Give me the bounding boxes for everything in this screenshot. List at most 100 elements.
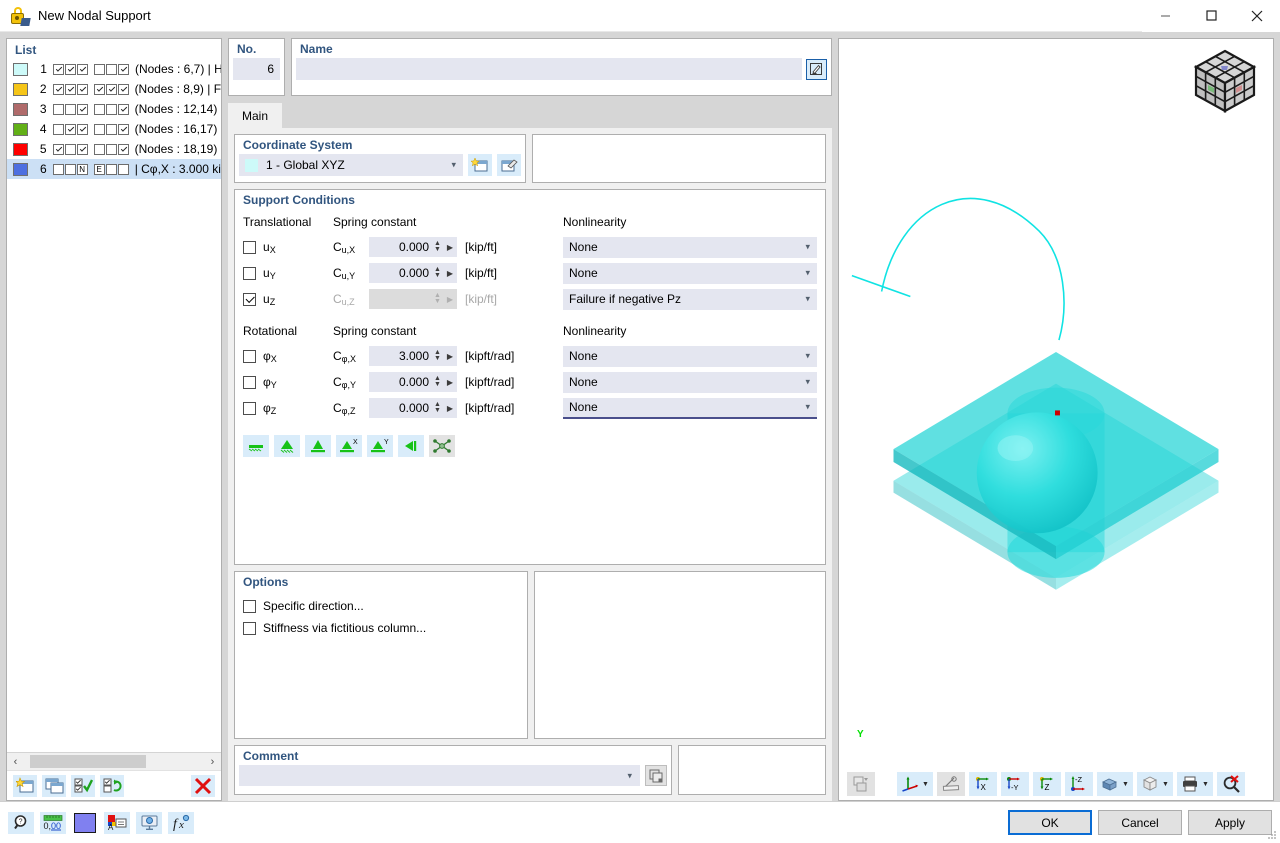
chevron-down-icon[interactable]: ▼ [1202, 781, 1209, 788]
spinner-arrows-icon[interactable]: ▲ ▼ [432, 240, 443, 253]
chevron-down-icon[interactable]: ▼ [1162, 781, 1169, 788]
cancel-button[interactable]: Cancel [1098, 810, 1182, 835]
comment-input[interactable]: ▾ [239, 765, 640, 786]
spring-more-icon[interactable]: ▶ [443, 243, 457, 252]
spring-value[interactable] [369, 400, 432, 416]
translational-spring-input-z[interactable]: ▲ ▼ ▶ [369, 289, 457, 309]
free-support-icon[interactable] [243, 435, 269, 457]
spring-more-icon[interactable]: ▶ [443, 269, 457, 278]
tab-main[interactable]: Main [228, 103, 282, 128]
invert-selection-button[interactable] [100, 774, 124, 797]
scroll-track[interactable] [24, 753, 204, 770]
copy-nodal-support-button[interactable] [42, 774, 66, 797]
select-all-button[interactable] [71, 774, 95, 797]
new-nodal-support-button[interactable] [13, 774, 37, 797]
spring-value[interactable] [369, 374, 432, 390]
nodal-support-list[interactable]: 1 (Nodes : 6,7) | Hing 2 (Nodes : 8,9) | Fi… [7, 59, 221, 752]
view-settings-icon[interactable] [136, 811, 162, 834]
model-viewport[interactable]: Y [839, 39, 1273, 768]
fixed-support-icon[interactable] [305, 435, 331, 457]
spring-value[interactable] [369, 348, 432, 364]
translational-nonlinearity-select-x[interactable]: None ▾ [563, 236, 817, 258]
rotational-checkbox-y[interactable] [243, 375, 256, 389]
copy-comment-button[interactable] [645, 765, 667, 786]
rotational-nonlinearity-select-x[interactable]: None ▾ [563, 345, 817, 367]
view-in-x-icon[interactable]: X [969, 772, 997, 796]
minimize-button[interactable] [1142, 0, 1188, 32]
delete-button[interactable] [191, 774, 215, 797]
spring-value[interactable] [369, 291, 432, 307]
magnifier-icon[interactable]: ? [8, 811, 34, 834]
list-item[interactable]: 5 (Nodes : 18,19) | Ro [7, 139, 221, 159]
rotational-nonlinearity-select-z[interactable]: None ▾ [563, 397, 817, 419]
translational-checkbox-z[interactable] [243, 292, 256, 306]
spring-node-icon[interactable] [429, 435, 455, 457]
spinner-arrows-icon[interactable]: ▲ ▼ [432, 349, 443, 362]
ok-button[interactable]: OK [1008, 810, 1092, 835]
scroll-left-arrow[interactable]: ‹ [7, 753, 24, 770]
axis-system-icon[interactable]: ▼ [897, 772, 933, 796]
option-checkbox-1[interactable] [243, 621, 256, 635]
resize-grip[interactable] [1265, 828, 1277, 840]
option-checkbox-0[interactable] [243, 599, 256, 613]
wireframe-cube-icon[interactable]: ▼ [1137, 772, 1173, 796]
rotational-checkbox-x[interactable] [243, 349, 256, 363]
maximize-button[interactable] [1188, 0, 1234, 32]
list-item[interactable]: 4 (Nodes : 16,17) | Ro [7, 119, 221, 139]
color-swatch-button[interactable] [72, 812, 98, 834]
new-coordinate-system-button[interactable] [468, 154, 492, 176]
spring-value[interactable] [369, 265, 432, 281]
chevron-down-icon[interactable]: ▼ [1122, 781, 1129, 788]
spring-more-icon[interactable]: ▶ [443, 404, 457, 413]
translational-spring-input-x[interactable]: ▲▼▶ [369, 237, 457, 257]
spring-more-icon[interactable]: ▶ [443, 295, 457, 304]
list-item[interactable]: 6 NE | Cφ,X : 3.000 kipft/r [7, 159, 221, 179]
spinner-arrows-icon[interactable]: ▲ ▼ [432, 375, 443, 388]
edit-coordinate-system-button[interactable] [497, 154, 521, 176]
render-stack-icon[interactable]: ▼ [1097, 772, 1133, 796]
apply-button[interactable]: Apply [1188, 810, 1272, 835]
printer-icon[interactable]: ▼ [1177, 772, 1213, 796]
spinner-arrows-icon[interactable]: ▲ ▼ [432, 266, 443, 279]
spring-more-icon[interactable]: ▶ [443, 352, 457, 361]
rotational-spring-input-z[interactable]: ▲▼▶ [369, 398, 457, 418]
formula-fx-icon[interactable]: f x [168, 811, 194, 834]
sliding-support-icon[interactable] [398, 435, 424, 457]
spinner-arrows-icon[interactable]: ▲ ▼ [432, 401, 443, 414]
view-cube-icon[interactable] [1191, 47, 1259, 120]
rotational-spring-input-x[interactable]: ▲▼▶ [369, 346, 457, 366]
display-properties-icon[interactable]: A [104, 811, 130, 834]
rotational-spring-input-y[interactable]: ▲▼▶ [369, 372, 457, 392]
measure-ruler-icon[interactable] [937, 772, 965, 796]
list-item[interactable]: 1 (Nodes : 6,7) | Hing [7, 59, 221, 79]
rotational-checkbox-z[interactable] [243, 401, 256, 415]
chevron-down-icon[interactable]: ▼ [922, 781, 929, 788]
spinner-arrows-icon[interactable]: ▲ ▼ [432, 292, 443, 305]
hinged-support-icon[interactable] [274, 435, 300, 457]
view-in-minus-y-icon[interactable]: -Y [1001, 772, 1029, 796]
fixed-x-support-icon[interactable]: X [336, 435, 362, 457]
spring-more-icon[interactable]: ▶ [443, 378, 457, 387]
fixed-y-support-icon[interactable]: Y [367, 435, 393, 457]
view-in-minus-z-icon[interactable]: -Z [1065, 772, 1093, 796]
list-item[interactable]: 3 (Nodes : 12,14) | Ro [7, 99, 221, 119]
translational-spring-input-y[interactable]: ▲▼▶ [369, 263, 457, 283]
option-item[interactable]: Stiffness via fictitious column... [235, 617, 527, 639]
list-item[interactable]: 2 (Nodes : 8,9) | Fixed [7, 79, 221, 99]
list-horizontal-scrollbar[interactable]: ‹ › [7, 752, 221, 770]
zoom-cancel-icon[interactable] [1217, 772, 1245, 796]
scroll-right-arrow[interactable]: › [204, 753, 221, 770]
coordinate-system-select[interactable]: 1 - Global XYZ ▾ [239, 154, 463, 176]
spring-value[interactable] [369, 239, 432, 255]
translational-nonlinearity-select-z[interactable]: Failure if negative Pᴢ ▾ [563, 288, 817, 310]
name-input[interactable] [296, 58, 802, 80]
translational-nonlinearity-select-y[interactable]: None ▾ [563, 262, 817, 284]
close-button[interactable] [1234, 0, 1280, 32]
units-ruler-icon[interactable]: 0, 00 [40, 811, 66, 834]
scroll-thumb[interactable] [30, 755, 146, 768]
pencil-edit-icon[interactable] [805, 58, 827, 80]
option-item[interactable]: Specific direction... [235, 595, 527, 617]
view-in-z-icon[interactable]: Z [1033, 772, 1061, 796]
rotational-nonlinearity-select-y[interactable]: None ▾ [563, 371, 817, 393]
no-input[interactable] [233, 58, 280, 80]
